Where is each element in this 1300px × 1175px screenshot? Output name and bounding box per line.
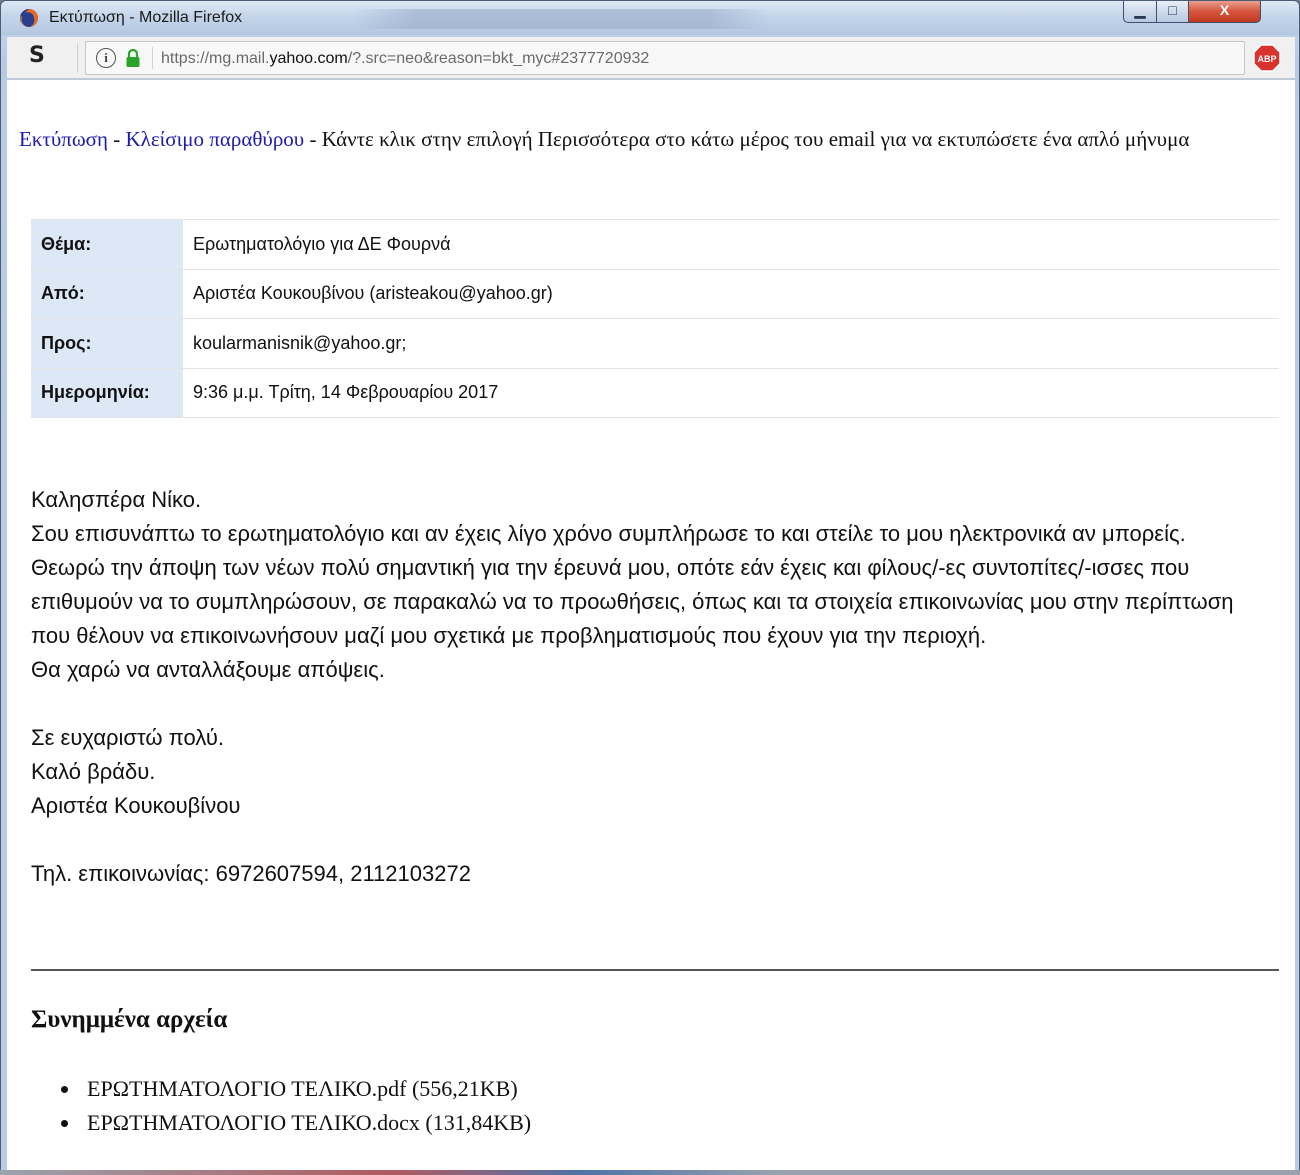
body-paragraph: Θα χαρώ να ανταλλάξουμε απόψεις. <box>31 657 385 682</box>
print-view-page: Εκτύπωση - Κλείσιμο παραθύρου - Κάντε κλ… <box>7 80 1295 1175</box>
print-link[interactable]: Εκτύπωση <box>19 127 108 151</box>
close-window-button[interactable]: X <box>1189 1 1261 23</box>
header-label: Ημερομηνία: <box>31 367 183 418</box>
goodnight-line: Καλό βράδυ. <box>31 759 156 784</box>
firefox-icon <box>20 9 38 27</box>
close-window-link[interactable]: Κλείσιμο παραθύρου <box>125 127 304 151</box>
header-label: Προς: <box>31 318 183 368</box>
header-label: Από: <box>31 268 183 319</box>
header-label: Θέμα: <box>31 219 183 269</box>
message-headers: Θέμα: Ερωτηματολόγιο για ΔΕ Φουρνά Από: … <box>31 219 1279 418</box>
attachments-title: Συνημμένα αρχεία <box>31 1006 228 1033</box>
s-extension-icon[interactable]: S <box>29 43 45 68</box>
header-value: Αριστέα Κουκουβίνου (aristeakou@yahoo.gr… <box>183 268 1279 319</box>
url-path: /?.src=neo&reason=bkt_myc#2377720932 <box>347 50 650 67</box>
attachment-item: ΕΡΩΤΗΜΑΤΟΛΟΓΙΟ ΤΕΛΙΚΟ.pdf (556,21KB) <box>81 1072 531 1106</box>
message-body: Καλησπέρα Νίκο. Σου επισυνάπτω το ερωτημ… <box>31 483 1271 891</box>
header-value: Ερωτηματολόγιο για ΔΕ Φουρνά <box>183 219 1279 269</box>
phone-line: Τηλ. επικοινωνίας: 6972607594, 211210327… <box>31 861 471 886</box>
browser-window: Εκτύπωση - Mozilla Firefox ▁ □ X S i htt… <box>0 0 1300 1175</box>
thanks-line: Σε ευχαριστώ πολύ. <box>31 725 224 750</box>
divider <box>31 969 1279 971</box>
print-hint: - Κάντε κλικ στην επιλογή Περισσότερα στ… <box>304 127 1190 151</box>
header-row-date: Ημερομηνία: 9:36 μ.μ. Τρίτη, 14 Φεβρουαρ… <box>31 367 1279 418</box>
close-icon: X <box>1219 2 1230 18</box>
maximize-icon: □ <box>1168 2 1177 18</box>
adblock-plus-icon[interactable]: ABP <box>1253 44 1281 72</box>
header-row-subject: Θέμα: Ερωτηματολόγιο για ΔΕ Φουρνά <box>31 219 1279 269</box>
url-domain: yahoo.com <box>269 50 348 67</box>
background-window-title <box>351 9 771 29</box>
header-value: koularmanisnik@yahoo.gr; <box>183 318 1279 368</box>
greeting: Καλησπέρα Νίκο. <box>31 487 202 512</box>
header-value: 9:36 μ.μ. Τρίτη, 14 Φεβρουαρίου 2017 <box>183 367 1279 418</box>
maximize-button[interactable]: □ <box>1157 1 1189 23</box>
attachment-item: ΕΡΩΤΗΜΑΤΟΛΟΓΙΟ ΤΕΛΙΚΟ.docx (131,84KB) <box>81 1106 531 1140</box>
minimize-icon: ▁ <box>1134 2 1146 18</box>
header-row-from: Από: Αριστέα Κουκουβίνου (aristeakou@yah… <box>31 268 1279 319</box>
title-bar[interactable]: Εκτύπωση - Mozilla Firefox ▁ □ X <box>1 1 1299 35</box>
lock-icon[interactable] <box>124 48 142 68</box>
header-row-to: Προς: koularmanisnik@yahoo.gr; <box>31 318 1279 368</box>
signature: Αριστέα Κουκουβίνου <box>31 793 241 818</box>
attachments-list: ΕΡΩΤΗΜΑΤΟΛΟΓΙΟ ΤΕΛΙΚΟ.pdf (556,21KB) ΕΡΩ… <box>81 1072 531 1140</box>
body-paragraph: Θεωρώ την άποψη των νέων πολύ σημαντική … <box>31 555 1240 648</box>
url-field[interactable]: i https://mg.mail.yahoo.com/?.src=neo&re… <box>85 41 1245 75</box>
minimize-button[interactable]: ▁ <box>1123 1 1157 23</box>
desktop-taskbar-edge <box>0 1170 1300 1175</box>
window-title: Εκτύπωση - Mozilla Firefox <box>49 9 243 26</box>
navigation-bar: S i https://mg.mail.yahoo.com/?.src=neo&… <box>7 37 1295 79</box>
toolbar-divider <box>77 43 78 73</box>
body-paragraph: Σου επισυνάπτω το ερωτηματολόγιο και αν … <box>31 521 1186 546</box>
abp-label: ABP <box>1257 54 1276 64</box>
url-text[interactable]: https://mg.mail.yahoo.com/?.src=neo&reas… <box>161 50 649 68</box>
info-icon[interactable]: i <box>96 48 116 68</box>
print-toolbar: Εκτύπωση - Κλείσιμο παραθύρου - Κάντε κλ… <box>19 122 1259 156</box>
link-separator: - <box>107 127 126 151</box>
url-prefix: https://mg.mail. <box>161 50 270 67</box>
url-divider <box>152 47 153 69</box>
